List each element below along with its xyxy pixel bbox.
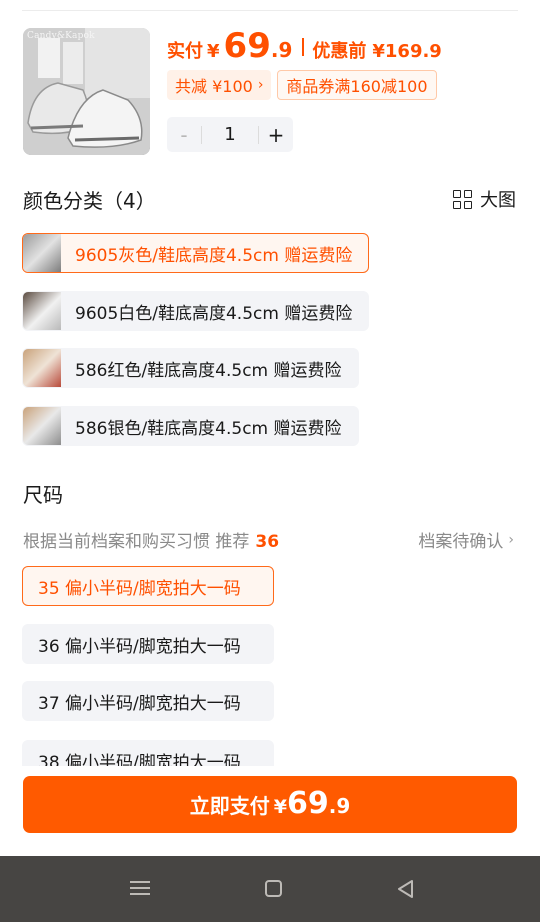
original-price-label: 优惠前 [312,41,367,62]
size-option-38[interactable]: 38 偏小半码/脚宽拍大一码 [22,740,274,766]
color-thumbnail [23,407,61,445]
original-price: ¥169.9 [372,41,442,62]
price-divider [302,38,305,56]
home-icon[interactable] [263,877,287,901]
discount-tag-label: 共减 ¥100 [175,77,253,96]
size-section-title: 尺码 [23,483,63,507]
top-divider [22,10,518,11]
pay-price-integer: 69 [286,786,329,821]
pay-currency: ¥ [273,796,287,818]
decrease-button[interactable]: - [167,123,201,147]
size-option-37[interactable]: 37 偏小半码/脚宽拍大一码 [22,681,274,721]
big-image-toggle[interactable]: 大图 [453,186,516,212]
price-decimal: .9 [270,38,293,62]
price-integer: 69 [223,26,271,66]
color-thumbnail [23,234,61,272]
menu-icon[interactable] [128,877,152,901]
promo-tags: 共减 ¥100 › 商品券满160减100 [167,70,437,100]
sneaker-image [23,28,150,155]
back-icon[interactable] [394,877,418,901]
size-recommendation: 根据当前档案和购买习惯 推荐 36 [23,527,279,552]
grid-icon [453,189,472,209]
size-option-35[interactable]: 35 偏小半码/脚宽拍大一码 [22,566,274,606]
color-option-gray[interactable]: 9605灰色/鞋底高度4.5cm 赠运费险 [22,233,370,273]
recommendation-text: 根据当前档案和购买习惯 推荐 [23,532,250,552]
recommended-size: 36 [255,532,280,552]
color-option-red[interactable]: 586红色/鞋底高度4.5cm 赠运费险 [22,348,359,388]
size-option-36[interactable]: 36 偏小半码/脚宽拍大一码 [22,624,274,664]
color-thumbnail [23,349,61,387]
color-option-label: 586红色/鞋底高度4.5cm 赠运费险 [75,360,342,381]
chevron-right-icon: › [508,531,514,548]
scroll-clip: 38 偏小半码/脚宽拍大一码 [0,722,540,766]
quantity-stepper: - 1 + [167,117,293,152]
discount-tag[interactable]: 共减 ¥100 › [167,70,272,100]
profile-link-label: 档案待确认 [418,532,504,552]
profile-confirm-link[interactable]: 档案待确认 › [418,527,514,553]
color-option-label: 586银色/鞋底高度4.5cm 赠运费险 [75,418,342,439]
color-option-silver[interactable]: 586银色/鞋底高度4.5cm 赠运费险 [22,406,359,446]
currency-symbol: ¥ [207,41,220,62]
price-summary: 实付 ¥ 69 .9 优惠前 ¥169.9 [167,26,442,68]
color-section-title: 颜色分类（4） [23,189,156,213]
brand-watermark: Candy&Kapok [27,31,95,41]
increase-button[interactable]: + [259,123,293,147]
product-thumbnail[interactable]: Candy&Kapok [23,28,150,155]
pay-label: 实付 [167,41,203,62]
color-thumbnail [23,292,61,330]
color-option-white[interactable]: 9605白色/鞋底高度4.5cm 赠运费险 [22,291,370,331]
pay-now-label: 立即支付 [189,794,270,818]
big-image-label: 大图 [480,190,516,211]
chevron-right-icon: › [257,77,264,93]
system-navigation-bar [0,856,540,922]
pay-now-button[interactable]: 立即支付 ¥ 69 .9 [23,776,517,833]
coupon-tag-label: 商品券满160减100 [286,77,428,96]
color-option-label: 9605白色/鞋底高度4.5cm 赠运费险 [75,303,353,324]
coupon-tag: 商品券满160减100 [277,70,437,100]
pay-price-decimal: .9 [328,794,351,818]
quantity-value[interactable]: 1 [201,125,259,144]
color-option-label: 9605灰色/鞋底高度4.5cm 赠运费险 [75,245,353,266]
